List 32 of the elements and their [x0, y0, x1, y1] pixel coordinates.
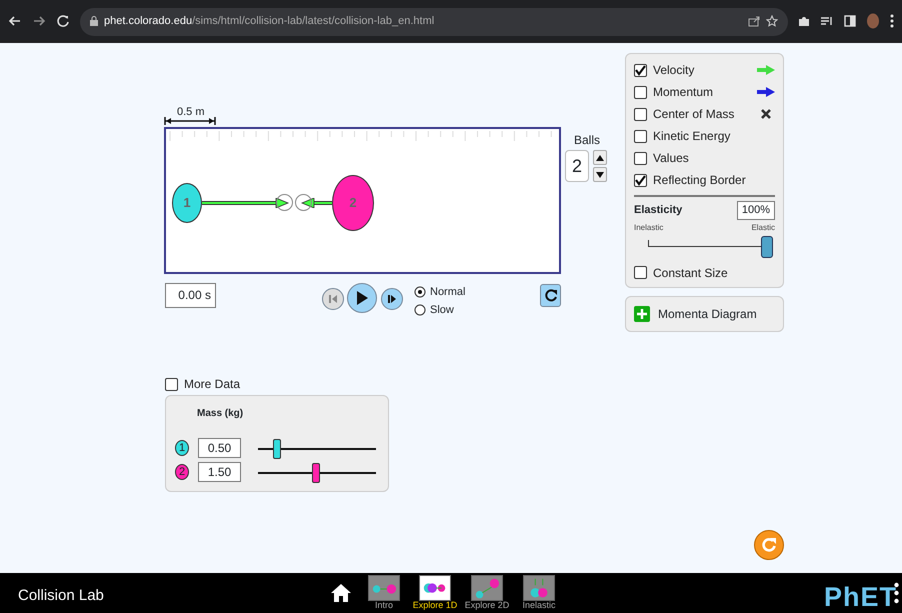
- screen-label[interactable]: Inelastic: [522, 601, 556, 610]
- screen-label[interactable]: Intro: [374, 601, 393, 610]
- url-text: phet.colorado.edu/sims/html/collision-lab/latest/collision-lab_en.html: [104, 14, 434, 30]
- address-bar[interactable]: phet.colorado.edu/sims/html/collision-lab/latest/collision-lab_en.html: [80, 8, 788, 36]
- balls-count: 2: [565, 150, 589, 182]
- option-label: Reflecting Border: [653, 172, 746, 189]
- speed-label: Normal: [430, 285, 466, 300]
- option-label: Kinetic Energy: [653, 128, 730, 145]
- momenta-diagram-button[interactable]: Momenta Diagram: [625, 296, 784, 332]
- option-label: Momentum: [653, 84, 714, 101]
- screen-label[interactable]: Explore 1D: [412, 601, 458, 610]
- speed-label: Slow: [430, 303, 454, 318]
- phet-logo[interactable]: PhET: [824, 577, 898, 613]
- option-label: Velocity: [653, 62, 694, 79]
- mass-heading: Mass (kg): [197, 407, 244, 421]
- mass-field[interactable]: 0.50: [198, 438, 241, 458]
- balls-label: Balls: [574, 132, 600, 149]
- ball-number-badge: 1: [175, 440, 189, 456]
- more-data-label: More Data: [184, 376, 240, 393]
- slider-max-label: Elastic: [751, 222, 775, 234]
- option-label: Values: [653, 150, 689, 167]
- sim-title: Collision Lab: [18, 586, 104, 606]
- ball-number-badge: 2: [175, 464, 189, 480]
- option-label: Center of Mass: [653, 106, 734, 123]
- slider-min-label: Inelastic: [634, 222, 664, 234]
- elasticity-label: Elasticity: [634, 203, 682, 218]
- time-display: 0.00 s: [165, 283, 216, 308]
- elasticity-value: 100%: [736, 201, 775, 220]
- mass-field[interactable]: 1.50: [198, 462, 241, 482]
- option-label: Constant Size: [653, 264, 728, 282]
- scale-label: 0.5 m: [177, 105, 205, 120]
- screen-label[interactable]: Explore 2D: [464, 601, 510, 610]
